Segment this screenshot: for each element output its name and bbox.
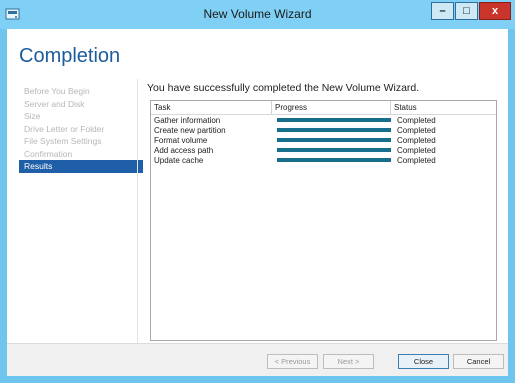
table-row: Create new partition Completed — [151, 126, 496, 136]
next-button[interactable]: Next > — [323, 354, 374, 369]
page-title: Completion — [19, 45, 121, 67]
table-row: Format volume Completed — [151, 136, 496, 146]
completion-message: You have successfully completed the New … — [147, 82, 420, 94]
progress-bar — [277, 138, 391, 142]
results-table: Task Progress Status Gather information … — [150, 100, 497, 341]
task-name: Format volume — [154, 136, 208, 145]
wizard-window: New Volume Wizard – □ x Completion Befor… — [0, 0, 515, 383]
nav-step-size[interactable]: Size — [19, 110, 143, 123]
progress-bar-fill — [277, 118, 391, 122]
task-status: Completed — [397, 136, 436, 145]
column-header-status[interactable]: Status — [391, 101, 496, 114]
cancel-button[interactable]: Cancel — [453, 354, 504, 369]
wizard-steps-nav: Before You Begin Server and Disk Size Dr… — [19, 85, 143, 173]
nav-step-confirmation[interactable]: Confirmation — [19, 148, 143, 161]
minimize-button[interactable]: – — [431, 2, 454, 20]
progress-bar — [277, 118, 391, 122]
task-status: Completed — [397, 126, 436, 135]
table-row: Gather information Completed — [151, 116, 496, 126]
nav-step-results[interactable]: Results — [19, 160, 143, 173]
task-name: Add access path — [154, 146, 214, 155]
task-status: Completed — [397, 146, 436, 155]
table-row: Update cache Completed — [151, 156, 496, 166]
close-window-button[interactable]: x — [479, 2, 511, 20]
nav-divider — [137, 79, 138, 343]
nav-step-server-and-disk[interactable]: Server and Disk — [19, 98, 143, 111]
task-status: Completed — [397, 116, 436, 125]
maximize-button[interactable]: □ — [455, 2, 478, 20]
task-name: Gather information — [154, 116, 221, 125]
close-button[interactable]: Close — [398, 354, 449, 369]
title-bar[interactable]: New Volume Wizard – □ x — [0, 0, 515, 29]
progress-bar-fill — [277, 148, 391, 152]
progress-bar — [277, 158, 391, 162]
task-name: Update cache — [154, 156, 204, 165]
column-header-task[interactable]: Task — [151, 101, 272, 114]
wizard-content: Completion Before You Begin Server and D… — [7, 29, 508, 376]
nav-step-drive-letter-or-folder[interactable]: Drive Letter or Folder — [19, 123, 143, 136]
progress-bar-fill — [277, 128, 391, 132]
column-header-progress[interactable]: Progress — [272, 101, 391, 114]
table-row: Add access path Completed — [151, 146, 496, 156]
nav-step-before-you-begin[interactable]: Before You Begin — [19, 85, 143, 98]
progress-bar-fill — [277, 138, 391, 142]
wizard-footer: < Previous Next > Close Cancel — [7, 343, 508, 376]
progress-bar-fill — [277, 158, 391, 162]
progress-bar — [277, 148, 391, 152]
nav-step-file-system-settings[interactable]: File System Settings — [19, 135, 143, 148]
progress-bar — [277, 128, 391, 132]
header-divider — [151, 114, 496, 115]
previous-button[interactable]: < Previous — [267, 354, 318, 369]
task-status: Completed — [397, 156, 436, 165]
task-name: Create new partition — [154, 126, 226, 135]
